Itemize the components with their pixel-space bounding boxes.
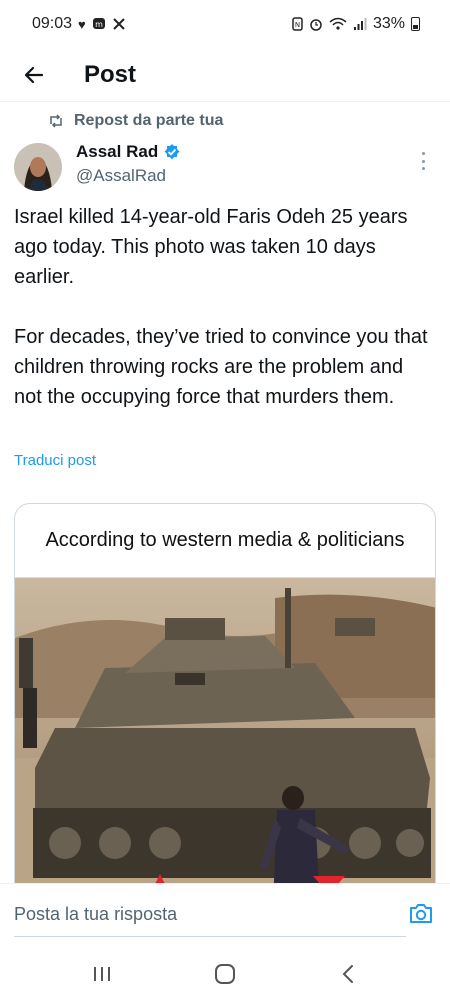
avatar[interactable] (14, 143, 62, 191)
page-title: Post (84, 60, 137, 88)
svg-text:m: m (95, 20, 103, 29)
repost-label: Repost da parte tua (74, 112, 224, 129)
media-caption: According to western media & politicians (15, 504, 435, 578)
author-name[interactable]: Assal Rad (76, 142, 158, 162)
author-handle[interactable]: @AssalRad (76, 166, 181, 186)
recents-icon (93, 967, 110, 981)
post-header: Post (0, 48, 450, 102)
repost-icon (50, 114, 62, 128)
author-name-row: Assal Rad (76, 142, 181, 162)
status-right: N 33% (292, 15, 420, 33)
system-nav-bar (0, 948, 450, 1000)
reply-bar: Posta la tua risposta (0, 883, 450, 948)
media-card[interactable]: According to western media & politicians (14, 503, 436, 903)
verified-badge-icon (164, 144, 180, 160)
more-options-icon[interactable] (416, 152, 430, 170)
status-time: 09:03 (32, 15, 73, 32)
reply-underline (14, 936, 406, 937)
status-bar: 09:03 ♥ m N 33% (0, 0, 450, 48)
camera-icon[interactable] (408, 902, 434, 926)
svg-text:N: N (295, 21, 300, 29)
mastodon-icon: m (92, 18, 105, 29)
wifi-icon (329, 17, 347, 30)
repost-indicator: Repost da parte tua (48, 112, 223, 130)
tank-photo[interactable] (15, 578, 436, 903)
back-arrow-icon (24, 66, 44, 83)
reply-input[interactable]: Posta la tua risposta (14, 904, 177, 925)
post-text: Israel killed 14-year-old Faris Odeh 25 … (14, 206, 428, 408)
back-button[interactable] (4, 48, 64, 102)
author-block[interactable]: Assal Rad @AssalRad (76, 142, 181, 186)
translate-post-link[interactable]: Traduci post (14, 452, 96, 469)
alarm-icon (310, 19, 322, 31)
recents-button[interactable] (82, 954, 122, 994)
home-icon (214, 964, 235, 984)
chevron-left-icon (342, 965, 354, 983)
status-left: 09:03 ♥ m (32, 15, 126, 33)
x-icon (113, 18, 125, 30)
heart-icon: ♥ (78, 16, 86, 32)
battery-percent: 33% (372, 15, 405, 32)
nfc-icon: N (292, 17, 303, 31)
back-nav-button[interactable] (328, 954, 368, 994)
avatar-image (14, 143, 62, 191)
home-button[interactable] (205, 954, 245, 994)
battery-icon (411, 17, 420, 31)
signal-icon (353, 18, 367, 30)
